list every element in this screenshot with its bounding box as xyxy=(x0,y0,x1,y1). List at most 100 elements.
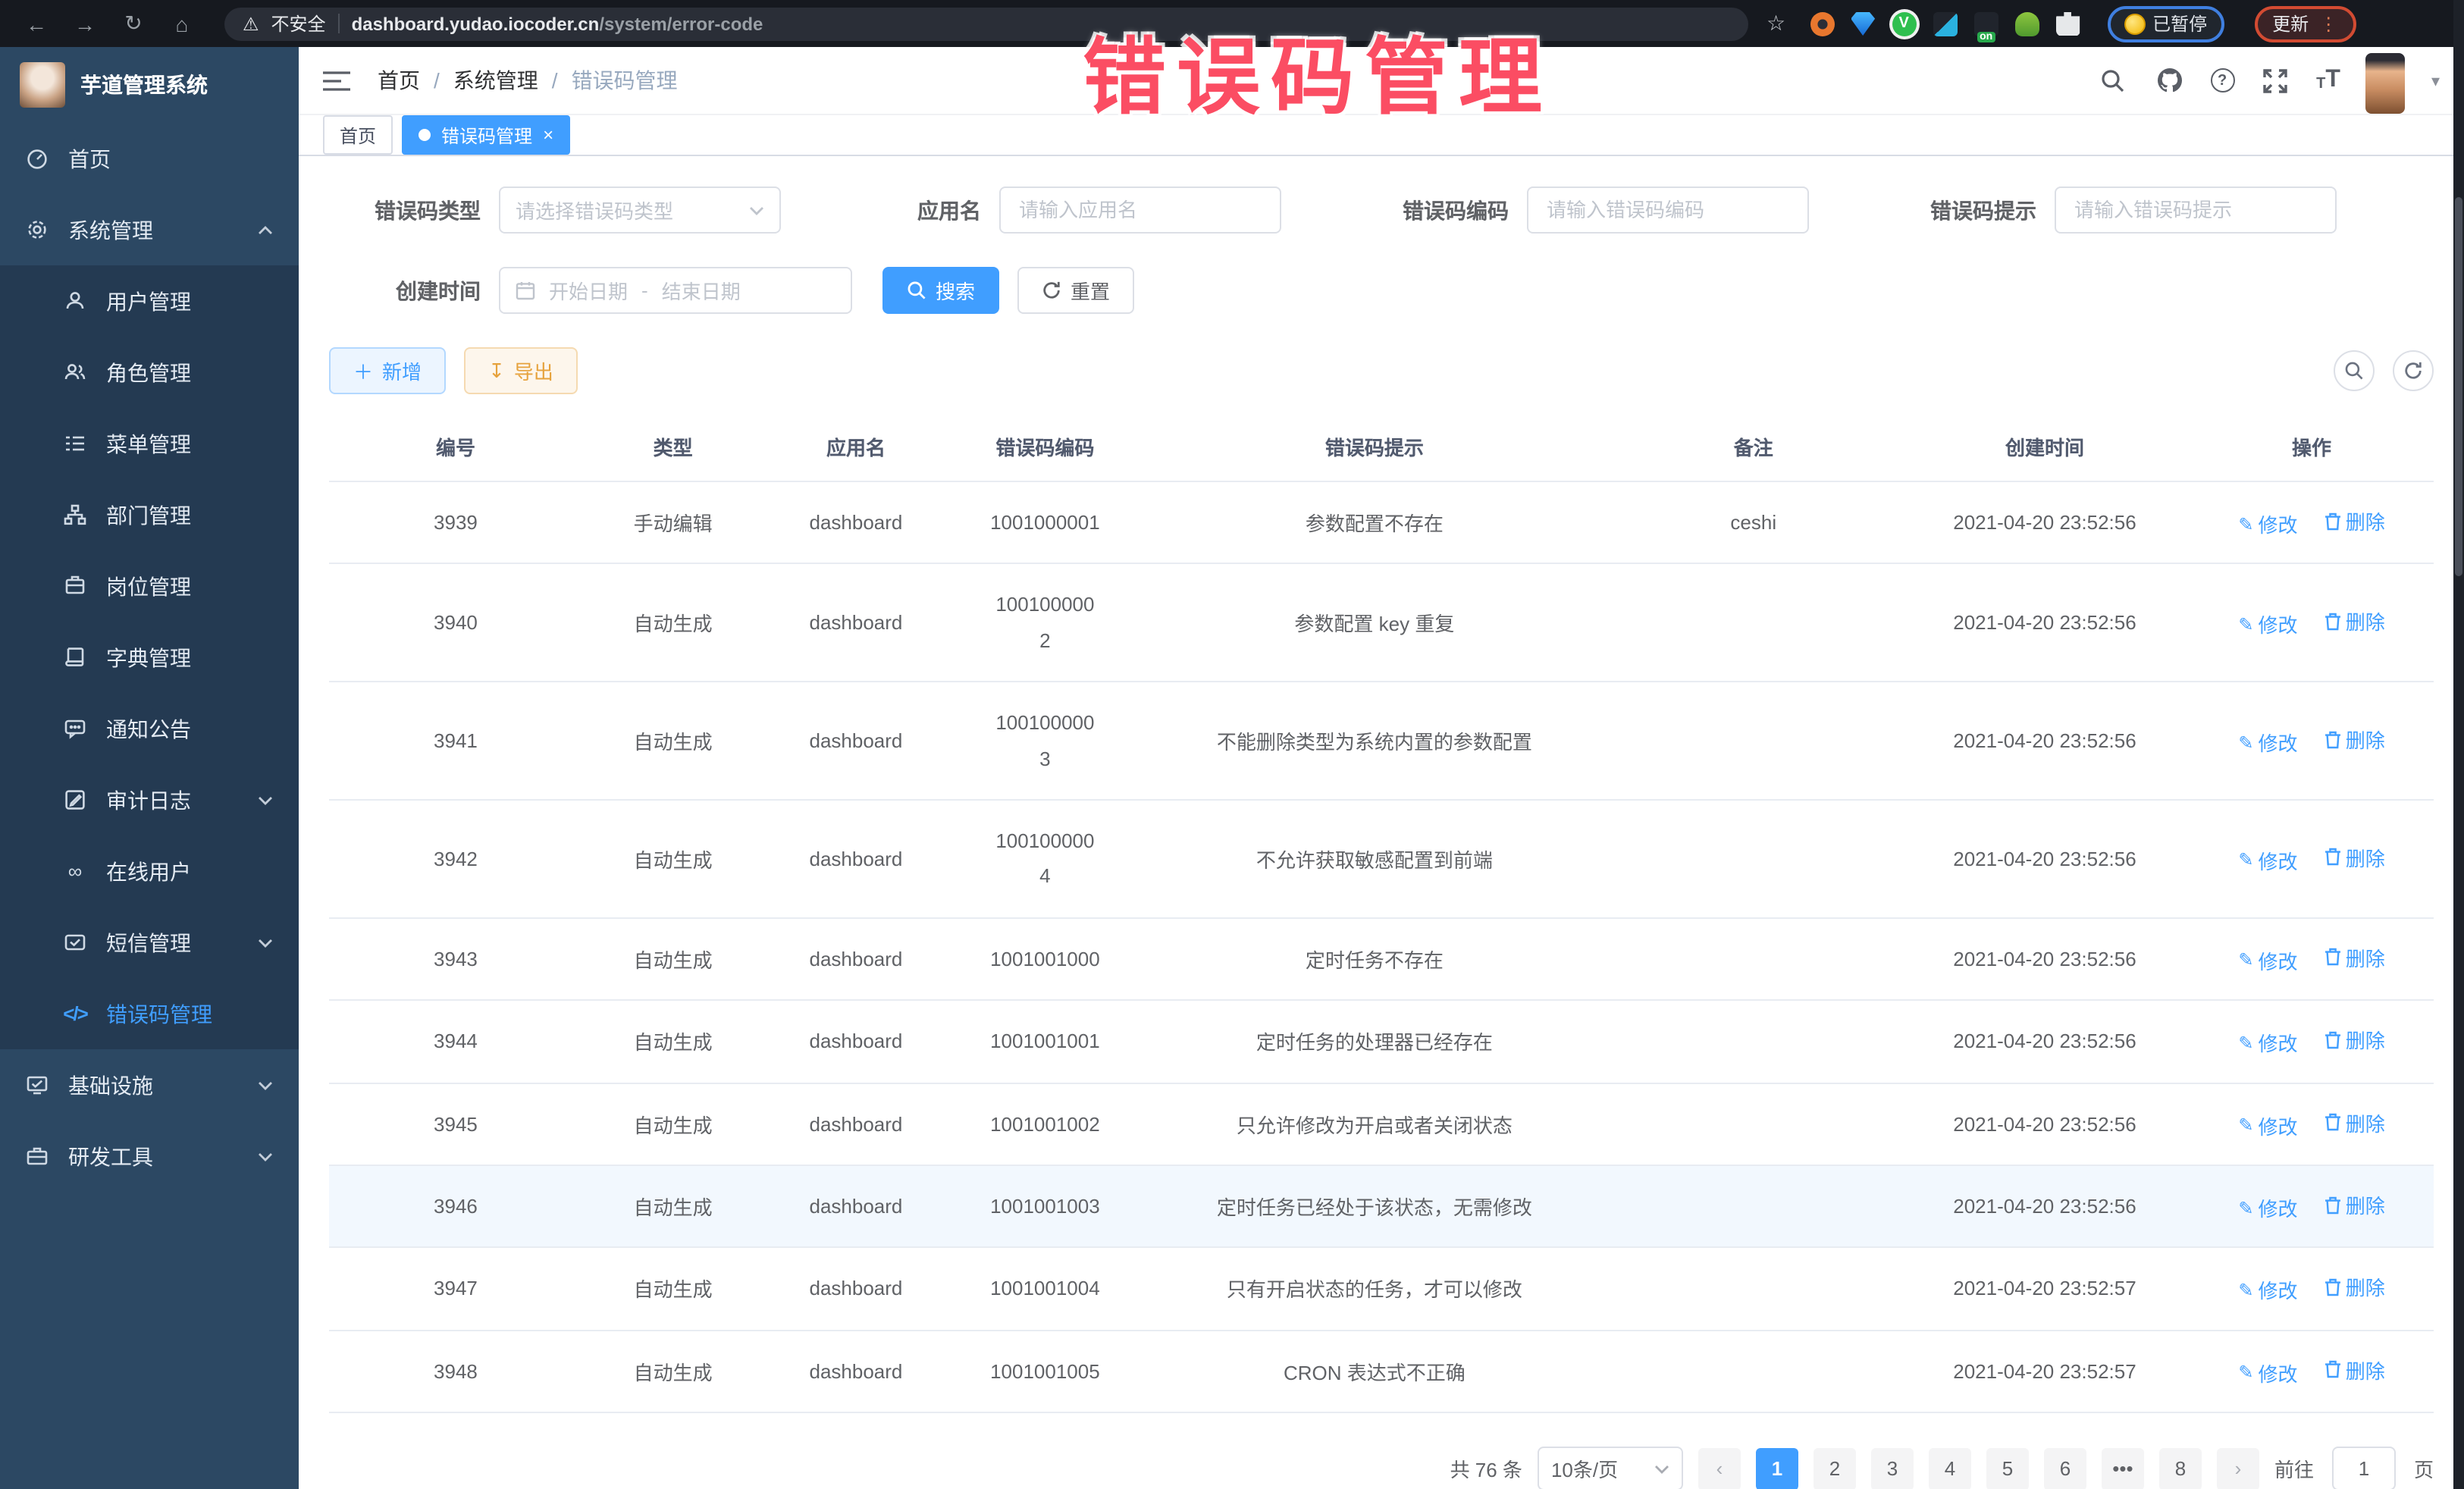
scrollbar-thumb[interactable] xyxy=(2455,197,2462,576)
navbar-right: ? TT ▾ xyxy=(2098,47,2440,114)
sidebar-item-label: 字典管理 xyxy=(106,642,191,672)
page-button-4[interactable]: 4 xyxy=(1929,1447,1971,1489)
col-code: 错误码编码 xyxy=(948,412,1142,481)
sidebar-item-departments[interactable]: 部门管理 xyxy=(0,479,299,550)
sidebar-item-system[interactable]: 系统管理 xyxy=(0,194,299,265)
edit-link[interactable]: ✎修改 xyxy=(2238,610,2297,639)
page-button-8[interactable]: 8 xyxy=(2159,1447,2202,1489)
edit-link[interactable]: ✎修改 xyxy=(2238,1193,2297,1222)
pagination: 共 76 条 10条/页 ‹ 1 2 3 4 5 6 ••• 8 › 前往 xyxy=(329,1447,2434,1489)
page-size-select[interactable]: 10条/页 xyxy=(1538,1447,1683,1489)
goto-page-input[interactable] xyxy=(2332,1447,2396,1489)
back-icon[interactable]: ← xyxy=(18,11,55,36)
delete-link[interactable]: 删除 xyxy=(2324,1356,2385,1384)
sidebar-item-sms[interactable]: 短信管理 xyxy=(0,907,299,978)
prev-page-button[interactable]: ‹ xyxy=(1698,1447,1741,1489)
delete-link[interactable]: 删除 xyxy=(2324,1190,2385,1219)
delete-link[interactable]: 删除 xyxy=(2324,607,2385,636)
edit-link[interactable]: ✎修改 xyxy=(2238,946,2297,975)
font-size-icon[interactable]: TT xyxy=(2316,68,2340,92)
delete-link[interactable]: 删除 xyxy=(2324,506,2385,535)
app-name-input[interactable] xyxy=(999,187,1281,234)
window-scrollbar[interactable] xyxy=(2453,0,2464,1489)
sidebar-item-devtools[interactable]: 研发工具 xyxy=(0,1121,299,1192)
page-button-2[interactable]: 2 xyxy=(1814,1447,1856,1489)
edit-link[interactable]: ✎修改 xyxy=(2238,1111,2297,1139)
profile-paused-chip[interactable]: 已暂停 xyxy=(2107,5,2224,42)
delete-link[interactable]: 删除 xyxy=(2324,1273,2385,1302)
sidebar-item-roles[interactable]: 角色管理 xyxy=(0,337,299,408)
home-icon[interactable]: ⌂ xyxy=(164,11,200,36)
tab-error-code[interactable]: 错误码管理 × xyxy=(402,115,570,155)
user-avatar[interactable] xyxy=(2366,53,2406,114)
extensions-puzzle-icon[interactable] xyxy=(2055,11,2080,36)
add-button[interactable]: ＋ 新增 xyxy=(329,347,446,394)
edit-link[interactable]: ✎修改 xyxy=(2238,846,2297,875)
sidebar-item-error-code[interactable]: </> 错误码管理 xyxy=(0,978,299,1049)
cell-time: 2021-04-20 23:52:56 xyxy=(1900,564,2190,682)
edit-link[interactable]: ✎修改 xyxy=(2238,1359,2297,1387)
user-menu-caret-icon[interactable]: ▾ xyxy=(2431,71,2440,90)
export-button[interactable]: ↧ 导出 xyxy=(464,347,578,394)
github-icon[interactable] xyxy=(2154,65,2184,96)
bookmark-star-icon[interactable]: ☆ xyxy=(1766,11,1785,36)
delete-link[interactable]: 删除 xyxy=(2324,1108,2385,1136)
edit-icon: ✎ xyxy=(2238,850,2253,871)
next-page-button[interactable]: › xyxy=(2217,1447,2259,1489)
forward-icon[interactable]: → xyxy=(67,11,103,36)
search-icon[interactable] xyxy=(2098,65,2128,96)
page-button-1[interactable]: 1 xyxy=(1756,1447,1798,1489)
extension-key-icon[interactable] xyxy=(2014,11,2039,36)
help-icon[interactable]: ? xyxy=(2210,68,2234,92)
cell-msg: 定时任务不存在 xyxy=(1142,917,1607,1000)
fullscreen-icon[interactable] xyxy=(2260,65,2290,96)
cell-app: dashboard xyxy=(763,1248,948,1331)
sidebar-item-infrastructure[interactable]: 基础设施 xyxy=(0,1049,299,1121)
vue-devtools-icon[interactable]: V xyxy=(1892,11,1916,36)
extension-switch-icon[interactable]: on xyxy=(1973,11,1998,36)
edit-link[interactable]: ✎修改 xyxy=(2238,1029,2297,1058)
delete-link[interactable]: 删除 xyxy=(2324,843,2385,872)
error-code-input[interactable] xyxy=(1527,187,1809,234)
sidebar-item-announcements[interactable]: 通知公告 xyxy=(0,693,299,764)
extension-gem-icon[interactable] xyxy=(1851,11,1875,36)
sidebar-item-dictionary[interactable]: 字典管理 xyxy=(0,622,299,693)
error-hint-input[interactable] xyxy=(2055,187,2337,234)
toggle-search-icon[interactable] xyxy=(2334,350,2375,391)
refresh-table-icon[interactable] xyxy=(2393,350,2434,391)
chrome-update-button[interactable]: 更新 ⋮ xyxy=(2254,5,2356,42)
delete-link[interactable]: 删除 xyxy=(2324,943,2385,972)
create-time-range-picker[interactable]: 开始日期 - 结束日期 xyxy=(499,267,852,314)
edit-link[interactable]: ✎修改 xyxy=(2238,728,2297,757)
error-type-select[interactable]: 请选择错误码类型 xyxy=(499,187,781,234)
sidebar-item-menus[interactable]: 菜单管理 xyxy=(0,408,299,479)
reset-button[interactable]: 重置 xyxy=(1017,267,1134,314)
page-button-6[interactable]: 6 xyxy=(2044,1447,2086,1489)
sidebar-item-home[interactable]: 首页 xyxy=(0,123,299,194)
extension-orange-icon[interactable] xyxy=(1810,11,1834,36)
breadcrumb-system[interactable]: 系统管理 xyxy=(453,65,538,96)
search-button[interactable]: 搜索 xyxy=(882,267,999,314)
reload-icon[interactable]: ↻ xyxy=(115,11,152,36)
cell-id: 3948 xyxy=(329,1330,582,1412)
sidebar-item-posts[interactable]: 岗位管理 xyxy=(0,550,299,622)
breadcrumb-home[interactable]: 首页 xyxy=(378,65,420,96)
page-button-5[interactable]: 5 xyxy=(1986,1447,2029,1489)
delete-link[interactable]: 删除 xyxy=(2324,725,2385,754)
extension-grid-icon[interactable] xyxy=(1933,11,1957,36)
page-ellipsis-button[interactable]: ••• xyxy=(2102,1447,2144,1489)
collapse-sidebar-icon[interactable] xyxy=(323,69,350,92)
edit-link[interactable]: ✎修改 xyxy=(2238,1276,2297,1305)
sidebar-item-users[interactable]: 用户管理 xyxy=(0,265,299,337)
security-label: 不安全 xyxy=(271,11,326,36)
delete-link[interactable]: 删除 xyxy=(2324,1026,2385,1055)
sidebar-logo[interactable]: 芋道管理系统 xyxy=(0,47,299,123)
close-tab-icon[interactable]: × xyxy=(543,124,553,146)
sidebar-item-online-users[interactable]: ∞ 在线用户 xyxy=(0,835,299,907)
sidebar-item-audit-log[interactable]: 审计日志 xyxy=(0,764,299,835)
badge-icon xyxy=(64,575,86,597)
tab-home[interactable]: 首页 xyxy=(323,115,393,155)
edit-link[interactable]: ✎修改 xyxy=(2238,509,2297,538)
chrome-menu-dots-icon[interactable]: ⋮ xyxy=(2319,13,2337,34)
page-button-3[interactable]: 3 xyxy=(1871,1447,1914,1489)
